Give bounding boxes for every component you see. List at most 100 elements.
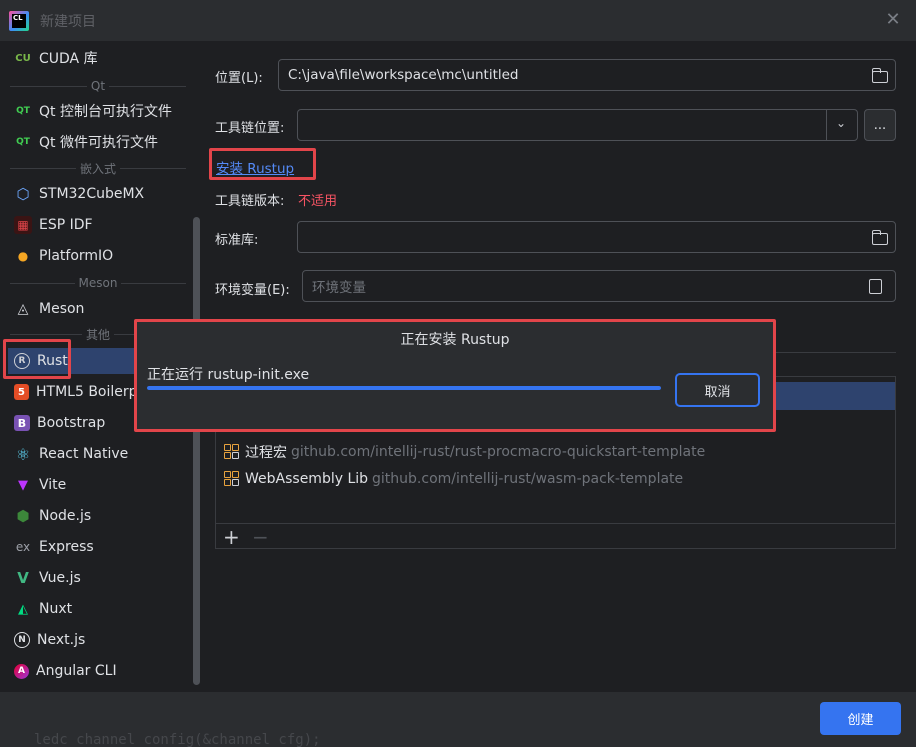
sidebar-item-label: Vue.js — [39, 570, 81, 586]
sidebar-item-label: Next.js — [37, 632, 86, 648]
sidebar-item-label: CUDA 库 — [39, 51, 98, 67]
nodejs-icon: ⬢ — [16, 507, 30, 525]
progress-bar — [147, 386, 661, 390]
sidebar-item-label: Qt 控制台可执行文件 — [39, 104, 172, 120]
sidebar-item-label: Rust — [37, 353, 68, 369]
location-label: 位置(L): — [215, 71, 263, 86]
location-field[interactable]: C:\java\file\workspace\mc\untitled — [278, 59, 896, 91]
angular-icon: A — [14, 663, 29, 679]
remove-template-button[interactable]: − — [252, 525, 269, 549]
progress-bar-fill — [147, 386, 661, 390]
template-row[interactable]: WebAssembly Lib github.com/intellij-rust… — [224, 468, 683, 490]
sidebar-item-nextjs[interactable]: N Next.js — [8, 627, 194, 653]
sidebar-item-label: Nuxt — [39, 601, 73, 617]
stdlib-label: 标准库: — [215, 233, 259, 248]
progress-status-text: 正在运行 rustup-init.exe — [147, 367, 310, 383]
nuxt-icon: ◭ — [18, 601, 28, 617]
sidebar-item-label: Vite — [39, 477, 67, 493]
template-toolbar: + − — [216, 523, 895, 549]
create-button[interactable]: 创建 — [820, 702, 901, 735]
cube-icon: ⬡ — [16, 185, 30, 203]
toolchain-version-value: 不适用 — [298, 194, 338, 209]
sidebar-item-label: ESP IDF — [39, 217, 93, 233]
sidebar-item-label: Angular CLI — [36, 663, 117, 679]
background-code-text: ledc_channel_config(&channel_cfg); — [34, 732, 321, 747]
cuda-icon: CU — [15, 52, 31, 64]
template-url: github.com/intellij-rust/wasm-pack-templ… — [372, 471, 684, 487]
stdlib-field[interactable] — [297, 221, 896, 253]
group-label: 嵌入式 — [80, 161, 117, 176]
dialog-footer: ledc_channel_config(&channel_cfg); 创建 — [0, 691, 916, 747]
cancel-button[interactable]: 取消 — [675, 373, 760, 407]
platformio-icon: ● — [17, 249, 29, 263]
qt-icon: QT — [16, 137, 30, 147]
sidebar-item-label: Qt 微件可执行文件 — [39, 135, 158, 151]
sidebar-item-nodejs[interactable]: ⬢ Node.js — [8, 503, 194, 529]
sidebar-item-label: Meson — [39, 301, 85, 317]
install-rustup-progress-dialog: 正在安装 Rustup 正在运行 rustup-init.exe 取消 — [136, 321, 774, 430]
toolchain-version-label: 工具链版本: — [215, 194, 285, 209]
group-label: Qt — [90, 79, 106, 93]
location-value: C:\java\file\workspace\mc\untitled — [288, 67, 519, 83]
sidebar-item-vite[interactable]: ▼ Vite — [8, 472, 194, 498]
sidebar-item-label: Node.js — [39, 508, 92, 524]
browse-button[interactable]: ... — [864, 109, 896, 141]
sidebar-item-qt-widgets[interactable]: QT Qt 微件可执行文件 — [8, 129, 194, 155]
bootstrap-icon: B — [14, 415, 30, 431]
sidebar-item-qt-console[interactable]: QT Qt 控制台可执行文件 — [8, 98, 194, 124]
sidebar-item-vuejs[interactable]: V Vue.js — [8, 565, 194, 591]
template-icon — [224, 443, 241, 461]
sidebar-item-label: PlatformIO — [39, 248, 114, 264]
sidebar-item-platformio[interactable]: ● PlatformIO — [8, 243, 194, 269]
sidebar-item-stm32cubemx[interactable]: ⬡ STM32CubeMX — [8, 181, 194, 207]
sidebar-item-express[interactable]: ex Express — [8, 534, 194, 560]
sidebar-item-label: HTML5 Boilerp — [36, 384, 138, 400]
folder-icon[interactable] — [871, 68, 888, 83]
sidebar-item-label: Bootstrap — [37, 415, 106, 431]
group-header-qt: Qt — [10, 77, 186, 95]
folder-icon[interactable] — [871, 230, 888, 245]
clion-logo-icon: CL — [9, 11, 29, 31]
install-rustup-link[interactable]: 安装 Rustup — [216, 157, 294, 177]
sidebar-scrollbar[interactable] — [193, 217, 200, 685]
toolchain-location-field[interactable]: ⌄ — [297, 109, 858, 141]
env-vars-placeholder: 环境变量 — [312, 280, 366, 296]
rust-icon: R — [14, 353, 30, 369]
sidebar-item-label: Express — [39, 539, 94, 555]
env-vars-field[interactable]: 环境变量 — [302, 270, 896, 302]
sidebar-item-cuda-library[interactable]: CU CUDA 库 — [8, 45, 194, 71]
env-vars-label: 环境变量(E): — [215, 283, 290, 298]
group-header-embedded: 嵌入式 — [10, 159, 187, 177]
html5-icon: 5 — [14, 384, 29, 400]
template-name: WebAssembly Lib — [245, 471, 369, 487]
close-icon[interactable]: ✕ — [883, 9, 903, 31]
template-name: 过程宏 — [245, 445, 287, 461]
template-url: github.com/intellij-rust/rust-procmacro-… — [291, 444, 706, 460]
sidebar-item-meson[interactable]: ◬ Meson — [8, 296, 194, 322]
dialog-title: 正在安装 Rustup — [400, 332, 510, 348]
template-icon — [224, 470, 241, 488]
meson-icon: ◬ — [17, 301, 29, 317]
title-bar: CL 新建项目 ✕ — [0, 0, 916, 42]
group-header-meson: Meson — [10, 274, 186, 292]
express-icon: ex — [15, 540, 31, 554]
group-label: 其他 — [86, 327, 111, 342]
esp-chip-icon: ▦ — [14, 216, 32, 234]
qt-icon: QT — [16, 106, 30, 116]
sidebar-item-esp-idf[interactable]: ▦ ESP IDF — [8, 212, 194, 238]
sidebar-item-react-native[interactable]: ⚛ React Native — [8, 441, 194, 467]
template-row[interactable]: 过程宏 github.com/intellij-rust/rust-procma… — [224, 441, 705, 463]
group-label: Meson — [78, 276, 118, 290]
sidebar-item-label: STM32CubeMX — [39, 186, 145, 202]
vue-icon: V — [17, 569, 29, 587]
sidebar-item-angular-cli[interactable]: A Angular CLI — [8, 658, 194, 684]
chevron-down-icon[interactable]: ⌄ — [836, 116, 846, 130]
logo-text: CL — [13, 14, 23, 22]
toolchain-label: 工具链位置: — [215, 121, 285, 136]
sidebar-item-label: React Native — [39, 446, 129, 462]
edit-list-icon[interactable] — [869, 279, 882, 294]
window-title: 新建项目 — [40, 14, 96, 30]
nextjs-icon: N — [14, 632, 30, 648]
add-template-button[interactable]: + — [223, 525, 240, 549]
sidebar-item-nuxt[interactable]: ◭ Nuxt — [8, 596, 194, 622]
